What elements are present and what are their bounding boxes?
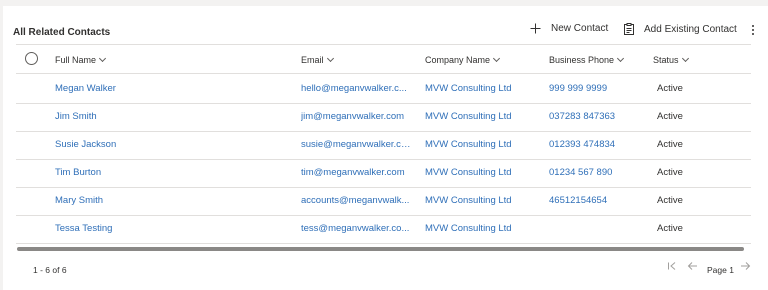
email-link[interactable]: susie@meganvwalker.co... [301,131,411,159]
contact-name-link[interactable]: Susie Jackson [55,131,225,159]
contact-name-link[interactable]: Jim Smith [55,103,225,131]
status-value: Active [657,195,683,206]
chevron-down-icon [617,54,625,63]
column-header-label: Full Name [55,55,97,65]
phone-link[interactable] [549,215,644,243]
column-header-business-phone[interactable]: Business Phone [549,54,625,65]
status-value: Active [657,139,683,150]
clipboard-icon [624,23,634,35]
company-link[interactable]: MVW Consulting Ltd [425,75,535,103]
contact-name-link[interactable]: Tessa Testing [55,215,225,243]
new-contact-label: New Contact [551,23,609,34]
first-page-icon[interactable] [667,261,677,271]
email-link[interactable]: accounts@meganvwalk... [301,187,411,215]
header-top-divider [16,44,751,45]
phone-link[interactable]: 999 999 9999 [549,75,644,103]
status-value: Active [657,167,683,178]
page-label: Page 1 [707,265,734,275]
phone-link[interactable]: 012393 474834 [549,131,644,159]
column-header-full-name[interactable]: Full Name [55,54,107,65]
add-existing-contact-button[interactable]: Add Existing Contact [624,23,737,35]
table-row[interactable]: Mary Smith accounts@meganvwalk... MVW Co… [16,187,751,215]
status-value: Active [657,83,683,94]
phone-link[interactable]: 01234 567 890 [549,159,644,187]
phone-link[interactable]: 037283 847363 [549,103,644,131]
column-header-label: Business Phone [549,55,615,65]
next-page-icon[interactable] [740,261,751,271]
record-count: 1 - 6 of 6 [33,265,67,275]
column-header-company-name[interactable]: Company Name [425,54,501,65]
table-row[interactable]: Susie Jackson susie@meganvwalker.co... M… [16,131,751,159]
company-link[interactable]: MVW Consulting Ltd [425,187,535,215]
select-all-checkbox[interactable] [25,52,38,65]
more-commands-icon[interactable] [751,24,755,39]
email-link[interactable]: tess@meganvwalker.co... [301,215,411,243]
column-header-email[interactable]: Email [301,54,334,65]
table-row[interactable]: Tim Burton tim@meganvwalker.com MVW Cons… [16,159,751,187]
related-contacts-subgrid: All Related Contacts New Contact Add Exi… [3,6,768,290]
company-link[interactable]: MVW Consulting Ltd [425,131,535,159]
subgrid-title: All Related Contacts [13,27,111,38]
company-link[interactable]: MVW Consulting Ltd [425,103,535,131]
table-row[interactable]: Jim Smith jim@meganvwalker.com MVW Consu… [16,103,751,131]
chevron-down-icon [98,54,107,63]
table-row[interactable]: Tessa Testing tess@meganvwalker.co... MV… [16,215,751,243]
email-link[interactable]: hello@meganvwalker.c... [301,75,411,103]
plus-icon [530,23,541,34]
email-link[interactable]: tim@meganvwalker.com [301,159,411,187]
header-bottom-divider [16,73,751,74]
contact-name-link[interactable]: Mary Smith [55,187,225,215]
company-link[interactable]: MVW Consulting Ltd [425,215,535,243]
new-contact-button[interactable]: New Contact [530,23,608,34]
company-link[interactable]: MVW Consulting Ltd [425,159,535,187]
contact-name-link[interactable]: Tim Burton [55,159,225,187]
table-row[interactable]: Megan Walker hello@meganvwalker.c... MVW… [16,75,751,103]
chevron-down-icon [492,54,501,63]
add-existing-label: Add Existing Contact [644,23,737,35]
column-header-label: Email [301,55,324,65]
column-header-status[interactable]: Status [653,54,689,65]
column-header-label: Status [653,55,679,65]
row-divider [16,243,751,244]
chevron-down-icon [681,54,689,63]
column-header-label: Company Name [425,55,491,65]
horizontal-scrollbar[interactable] [17,247,744,251]
chevron-down-icon [326,54,334,63]
contact-name-link[interactable]: Megan Walker [55,75,225,103]
status-value: Active [657,111,683,122]
status-value: Active [657,223,683,234]
email-link[interactable]: jim@meganvwalker.com [301,103,411,131]
phone-link[interactable]: 46512154654 [549,187,644,215]
previous-page-icon[interactable] [687,261,698,271]
